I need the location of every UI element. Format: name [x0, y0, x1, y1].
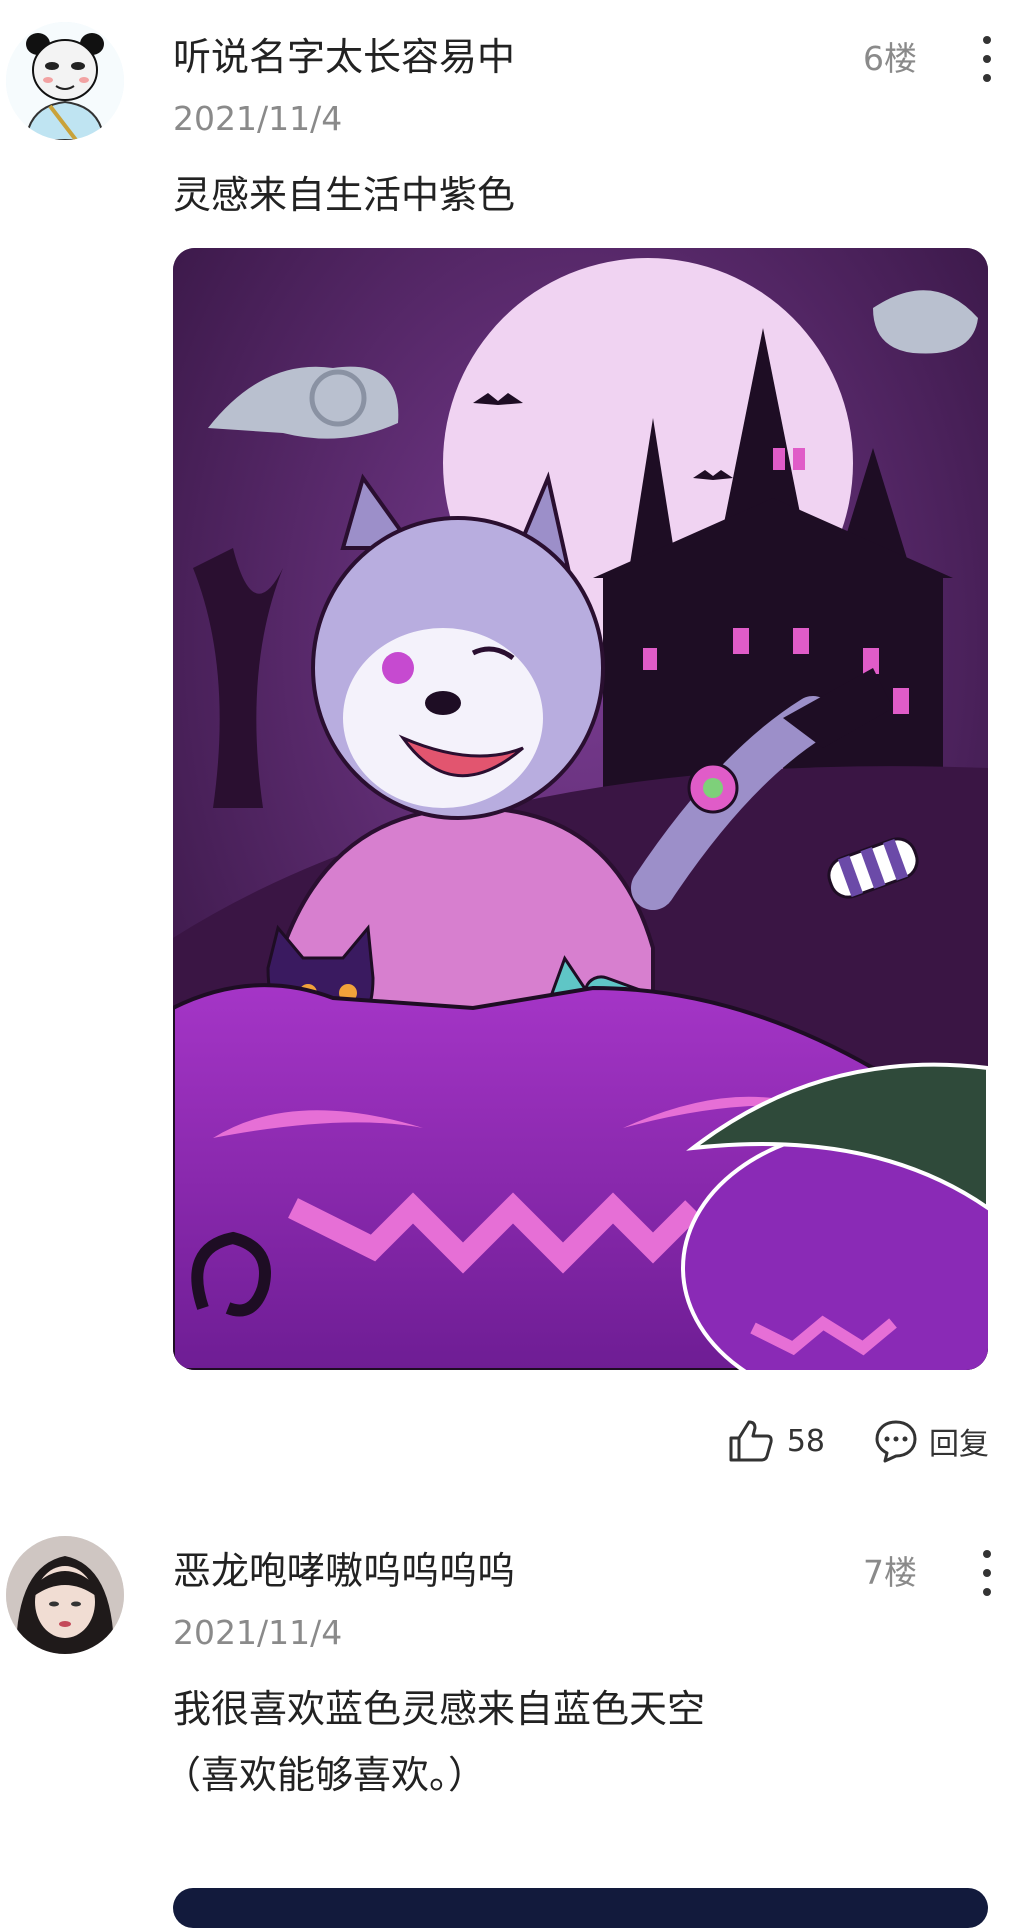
more-vertical-icon[interactable]	[977, 1550, 997, 1596]
comment-text: 灵感来自生活中紫色	[173, 173, 516, 217]
reply-label: 回复	[929, 1427, 989, 1462]
comment-item: 听说名字太长容易中 2021/11/4 6楼 灵感来自生活中紫色 58 回复	[0, 0, 1035, 1500]
username[interactable]: 听说名字太长容易中	[173, 38, 515, 76]
comment-bubble-icon	[875, 1420, 917, 1463]
comment-image[interactable]	[173, 248, 988, 1370]
more-vertical-icon[interactable]	[977, 36, 997, 82]
floor-number: 7楼	[863, 1553, 917, 1592]
comment-text: 我很喜欢蓝色灵感来自蓝色天空	[173, 1687, 706, 1731]
comment-actions: 58 回复	[727, 1413, 989, 1469]
floor-number: 6楼	[863, 39, 917, 78]
thumbs-up-icon	[729, 1420, 773, 1462]
comment-text: （喜欢能够喜欢。）	[163, 1753, 487, 1797]
avatar[interactable]	[6, 22, 124, 140]
username[interactable]: 恶龙咆哮嗷呜呜呜呜	[173, 1552, 515, 1590]
comment-item: 恶龙咆哮嗷呜呜呜呜 2021/11/4 7楼 我很喜欢蓝色灵感来自蓝色天空 （喜…	[0, 1500, 1035, 1899]
like-count: 58	[786, 1423, 825, 1459]
avatar[interactable]	[6, 1536, 124, 1654]
comment-image[interactable]	[173, 1888, 988, 1928]
comment-date: 2021/11/4	[173, 99, 343, 138]
like-button[interactable]: 58	[727, 1418, 825, 1464]
comment-date: 2021/11/4	[173, 1613, 343, 1652]
reply-button[interactable]: 回复	[873, 1418, 989, 1464]
